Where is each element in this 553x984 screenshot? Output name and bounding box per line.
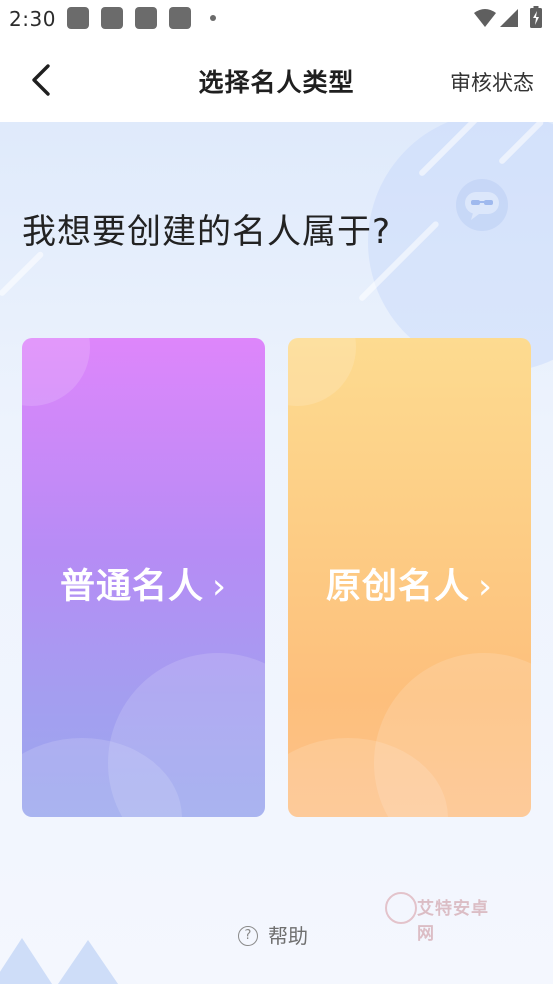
card-label: 原创名人 › <box>288 558 531 609</box>
nav-bar: 选择名人类型 审核状态 <box>0 38 553 122</box>
card-label: 普通名人 › <box>22 558 265 609</box>
chevron-right-icon: › <box>212 567 227 607</box>
background-decoration <box>58 940 118 984</box>
original-celebrity-card[interactable]: 原创名人 › <box>288 338 531 817</box>
review-status-link[interactable]: 审核状态 <box>450 67 534 97</box>
status-bar: 2:30 <box>0 0 553 38</box>
battery-icon <box>530 6 542 28</box>
help-label: 帮助 <box>268 924 308 948</box>
signal-icon <box>500 9 518 27</box>
question-heading: 我想要创建的名人属于? <box>22 212 392 252</box>
wifi-icon <box>474 9 496 27</box>
chevron-right-icon: › <box>478 567 493 607</box>
watermark-text: 艾特安卓网 <box>417 899 489 944</box>
background-decoration <box>368 122 553 372</box>
card-label-text: 普通名人 <box>59 567 204 607</box>
notification-icon <box>67 7 89 29</box>
card-decoration <box>288 338 356 406</box>
chat-bubble-icon <box>456 179 508 231</box>
card-label-text: 原创名人 <box>325 567 470 607</box>
notification-icon <box>135 7 157 29</box>
watermark-logo-icon <box>385 892 417 924</box>
background-decoration <box>0 250 45 298</box>
main-content: 我想要创建的名人属于? 普通名人 › 原创名人 › 艾特安卓网 ? 帮助 <box>0 122 553 984</box>
more-notifications-dot-icon <box>210 15 216 21</box>
notification-icon <box>169 7 191 29</box>
common-celebrity-card[interactable]: 普通名人 › <box>22 338 265 817</box>
notification-icon <box>101 7 123 29</box>
background-decoration <box>0 938 52 984</box>
card-decoration <box>22 338 90 406</box>
help-button[interactable]: ? 帮助 <box>238 920 308 948</box>
watermark: 艾特安卓网 <box>385 892 505 944</box>
question-circle-icon: ? <box>238 925 258 946</box>
status-time: 2:30 <box>9 7 56 31</box>
